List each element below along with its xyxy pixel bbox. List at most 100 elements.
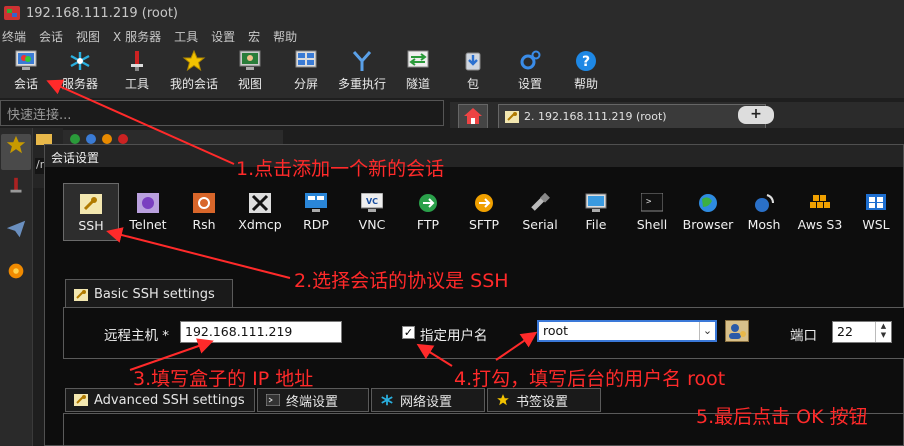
menu-help[interactable]: 帮助 <box>273 28 297 45</box>
multiexec-button[interactable]: 多重执行 <box>332 46 392 98</box>
session-tab-bar: 2. 192.168.111.219 (root) ✕ + <box>450 102 904 128</box>
ftp-icon <box>419 194 437 212</box>
quick-connect-input[interactable]: 快速连接... <box>0 100 444 126</box>
port-value: 22 <box>837 324 853 339</box>
protocol-aws-s3[interactable]: Aws S3 <box>792 183 848 241</box>
protocol-vnc[interactable]: VC VNC <box>344 183 400 241</box>
title-bar: 192.168.111.219 (root) <box>0 0 904 26</box>
user-icon <box>729 324 746 339</box>
protocol-ftp[interactable]: FTP <box>400 183 456 241</box>
network-icon <box>381 394 393 406</box>
tab-terminal-settings-label: 终端设置 <box>286 394 339 410</box>
protocol-sftp[interactable]: SFTP <box>456 183 512 241</box>
sidebar-macros[interactable] <box>1 260 31 296</box>
mosh-icon <box>755 194 774 212</box>
protocol-vnc-label: VNC <box>358 217 386 232</box>
tab-basic-ssh-settings[interactable]: Basic SSH settings <box>65 279 233 309</box>
my-sessions-button[interactable]: 我的会话 <box>164 46 224 98</box>
protocol-serial[interactable]: Serial <box>512 183 568 241</box>
menu-macros[interactable]: 宏 <box>248 28 260 45</box>
rdp-icon <box>305 193 327 212</box>
settings-button-label: 设置 <box>517 77 542 91</box>
protocol-ssh[interactable]: SSH <box>63 183 119 241</box>
ssh-key-icon <box>74 288 88 301</box>
protocol-file[interactable]: File <box>568 183 624 241</box>
remote-host-label: 远程主机 * <box>104 328 170 344</box>
annotation-step-1: 1.点击添加一个新的会话 <box>236 158 445 180</box>
protocol-rsh[interactable]: Rsh <box>176 183 232 241</box>
view-button[interactable]: 视图 <box>220 46 280 98</box>
annotation-step-5: 5.最后点击 OK 按钮 <box>696 406 868 428</box>
menu-terminal[interactable]: 终端 <box>2 28 26 45</box>
servers-button-label: 服务器 <box>61 77 98 91</box>
split-icon <box>295 50 317 68</box>
tab-bookmark-settings-label: 书签设置 <box>516 394 569 410</box>
sidebar-tools[interactable] <box>1 176 31 212</box>
session-button[interactable]: 会话 <box>0 46 56 98</box>
home-icon <box>464 108 482 124</box>
split-button[interactable]: 分屏 <box>276 46 336 98</box>
protocol-ftp-label: FTP <box>416 217 440 232</box>
add-tab-button[interactable]: + <box>738 106 774 124</box>
protocol-wsl[interactable]: WSL <box>848 183 904 241</box>
macro-icon <box>8 263 24 279</box>
sidebar-send[interactable] <box>1 218 31 254</box>
protocol-rsh-label: Rsh <box>192 217 216 232</box>
specify-username-label: 指定用户名 <box>420 328 488 344</box>
my-sessions-button-label: 我的会话 <box>169 77 218 91</box>
tools-button-label: 工具 <box>124 77 149 91</box>
menu-view[interactable]: 视图 <box>76 28 100 45</box>
servers-button[interactable]: 服务器 <box>50 46 110 98</box>
dialog-title: 会话设置 <box>45 145 903 167</box>
help-button[interactable]: ? 帮助 <box>556 46 616 98</box>
sidebar-sessions[interactable] <box>1 134 31 170</box>
protocol-shell[interactable]: > Shell <box>624 183 680 241</box>
menu-sessions[interactable]: 会话 <box>39 28 63 45</box>
gear-icon <box>520 50 541 70</box>
menu-settings[interactable]: 设置 <box>211 28 235 45</box>
ssh-key-icon <box>74 394 88 406</box>
paper-plane-icon <box>6 220 26 238</box>
remote-host-input[interactable]: 192.168.111.219 <box>180 321 342 343</box>
port-spinner[interactable]: 22 ▲ ▼ <box>832 321 892 343</box>
protocol-mosh[interactable]: Mosh <box>736 183 792 241</box>
tab-advanced-ssh-settings-label: Advanced SSH settings <box>94 392 245 408</box>
menu-xserver[interactable]: X 服务器 <box>113 28 161 45</box>
chevron-down-icon[interactable]: ⌄ <box>699 322 715 340</box>
tab-advanced-ssh-settings[interactable]: Advanced SSH settings <box>65 388 255 412</box>
protocol-telnet[interactable]: Telnet <box>120 183 176 241</box>
user-manager-button[interactable] <box>725 320 749 342</box>
protocol-aws-s3-label: Aws S3 <box>797 217 843 232</box>
protocol-rdp[interactable]: RDP <box>288 183 344 241</box>
tab-bookmark-settings[interactable]: 书签设置 <box>487 388 601 412</box>
monitor-icon <box>15 50 37 70</box>
session-tab[interactable]: 2. 192.168.111.219 (root) ✕ <box>498 104 766 128</box>
serial-icon <box>531 193 550 211</box>
settings-button[interactable]: 设置 <box>500 46 560 98</box>
tools-button[interactable]: 工具 <box>107 46 167 98</box>
username-combobox[interactable]: root ⌄ <box>537 320 717 342</box>
svg-text:?: ? <box>582 54 590 70</box>
protocol-sftp-label: SFTP <box>468 217 500 232</box>
ssh-key-icon <box>505 110 519 123</box>
menu-tools[interactable]: 工具 <box>174 28 198 45</box>
protocol-wsl-label: WSL <box>862 217 890 232</box>
shell-icon: > <box>641 193 663 212</box>
home-tab[interactable] <box>458 104 488 128</box>
tab-terminal-settings[interactable]: 终端设置 <box>257 388 369 412</box>
window-title: 192.168.111.219 (root) <box>26 5 178 21</box>
package-button[interactable]: 包 <box>443 46 503 98</box>
basic-ssh-settings-panel: 远程主机 * 192.168.111.219 ✓ 指定用户名 root ⌄ 端口… <box>63 307 904 359</box>
tunnel-button[interactable]: 隧道 <box>388 46 448 98</box>
tab-network-settings[interactable]: 网络设置 <box>371 388 485 412</box>
specify-username-checkbox[interactable]: ✓ <box>402 326 415 339</box>
protocol-browser[interactable]: Browser <box>680 183 736 241</box>
multiexec-icon <box>352 51 372 71</box>
protocol-xdmcp-label: Xdmcp <box>238 217 282 232</box>
spinner-arrows-icon[interactable]: ▲ ▼ <box>875 322 891 342</box>
protocol-xdmcp[interactable]: Xdmcp <box>232 183 288 241</box>
vnc-icon: VC <box>361 193 383 212</box>
left-sidebar <box>0 128 33 446</box>
tab-basic-ssh-settings-label: Basic SSH settings <box>94 287 215 302</box>
annotation-step-3: 3.填写盒子的 IP 地址 <box>133 368 314 390</box>
